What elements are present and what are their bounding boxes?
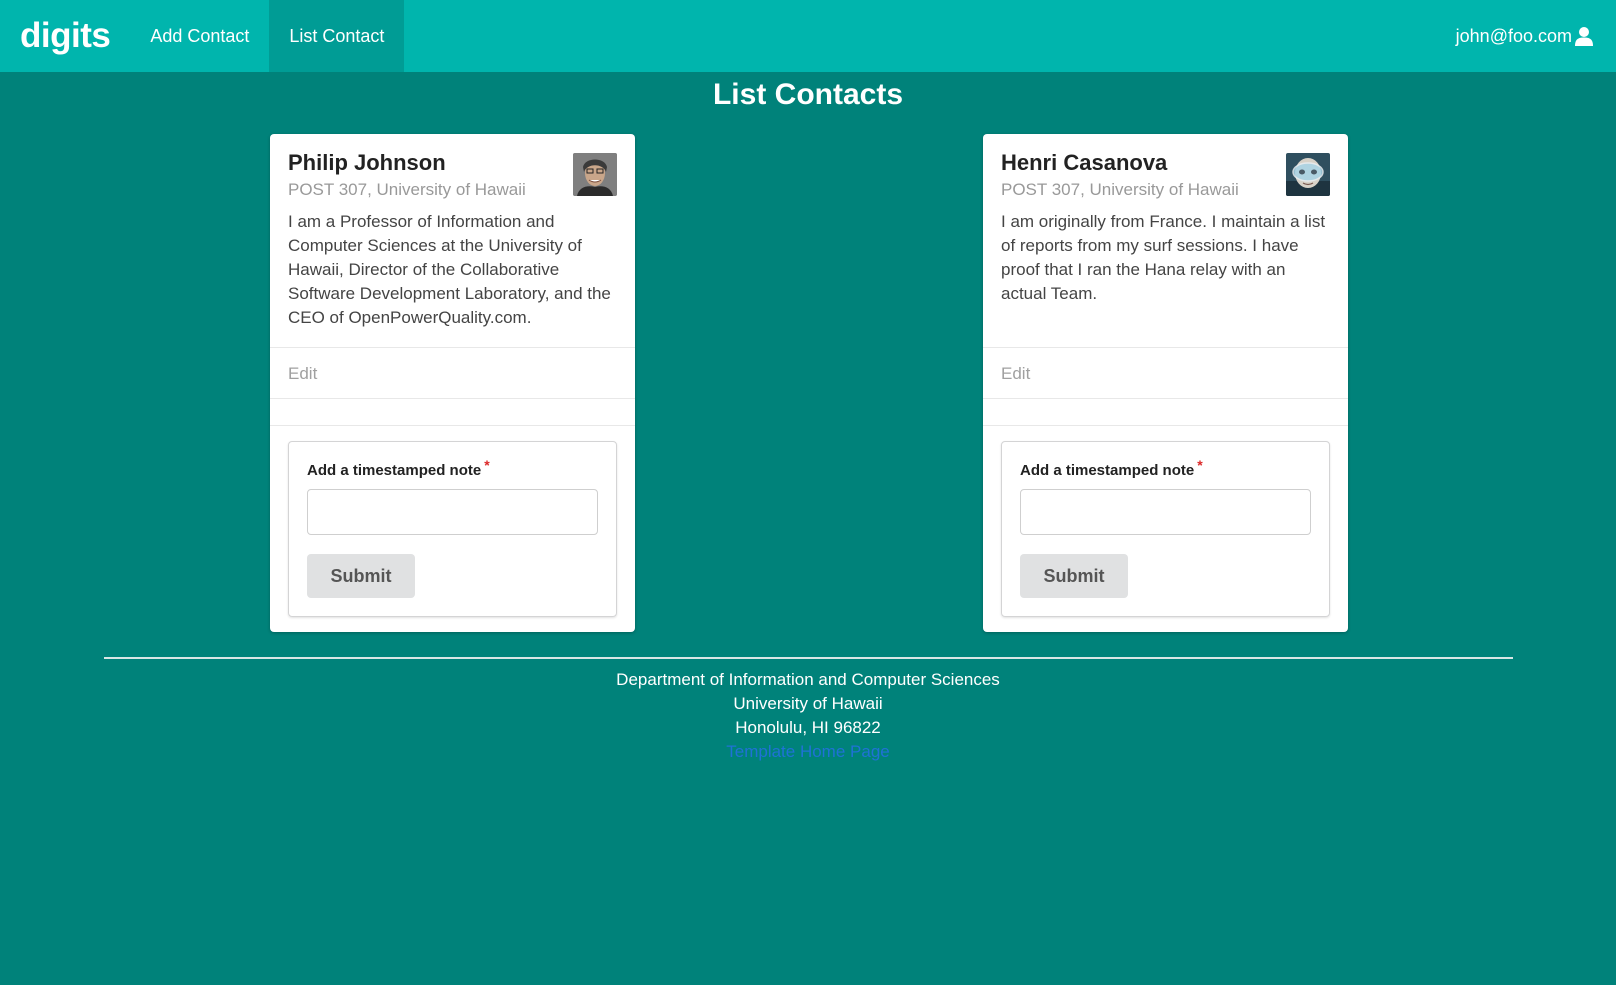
- note-label-text: Add a timestamped note: [307, 462, 482, 479]
- note-label: Add a timestamped note *: [307, 457, 490, 479]
- user-menu[interactable]: john@foo.com: [1456, 0, 1616, 72]
- contact-card: Henri Casanova POST 307, University of H…: [983, 134, 1348, 632]
- contact-name: Henri Casanova: [1001, 150, 1168, 175]
- contact-description: I am a Professor of Information and Comp…: [288, 212, 611, 327]
- submit-button[interactable]: Submit: [307, 554, 415, 598]
- contact-avatar: [573, 153, 617, 196]
- footer-address: Honolulu, HI 96822: [735, 718, 881, 737]
- card-divider: [270, 347, 635, 348]
- page-title: List Contacts: [712, 78, 904, 111]
- user-email: john@foo.com: [1455, 25, 1572, 46]
- required-marker: *: [484, 457, 490, 473]
- brand-logo[interactable]: digits: [0, 0, 130, 72]
- footer-department: Department of Information and Computer S…: [616, 670, 1000, 689]
- card-divider: [983, 347, 1348, 348]
- contact-address: POST 307, University of Hawaii: [288, 180, 526, 199]
- note-input[interactable]: [307, 489, 598, 535]
- contact-name: Philip Johnson: [288, 150, 446, 175]
- contact-card: Philip Johnson POST 307, University of H…: [270, 134, 635, 632]
- required-marker: *: [1197, 457, 1203, 473]
- nav-add-contact[interactable]: Add Contact: [130, 0, 269, 72]
- edit-link[interactable]: Edit: [288, 364, 317, 384]
- note-label: Add a timestamped note *: [1020, 457, 1203, 479]
- nav-list-contact[interactable]: List Contact: [269, 0, 405, 72]
- top-navbar: digits Add Contact List Contact john@foo…: [0, 0, 1616, 72]
- submit-button[interactable]: Submit: [1020, 554, 1128, 598]
- footer: Department of Information and Computer S…: [0, 668, 1616, 764]
- user-icon: [1574, 26, 1594, 46]
- contact-address: POST 307, University of Hawaii: [1001, 180, 1239, 199]
- footer-university: University of Hawaii: [733, 694, 883, 713]
- note-input[interactable]: [1020, 489, 1311, 535]
- contact-avatar: [1286, 153, 1330, 196]
- footer-divider: [104, 657, 1513, 659]
- note-form: Add a timestamped note * Submit: [288, 441, 617, 617]
- contact-description: I am originally from France. I maintain …: [1001, 212, 1326, 303]
- card-divider: [983, 425, 1348, 426]
- card-divider: [270, 398, 635, 399]
- template-home-link[interactable]: Template Home Page: [726, 742, 889, 761]
- note-label-text: Add a timestamped note: [1020, 462, 1195, 479]
- card-divider: [983, 398, 1348, 399]
- card-divider: [270, 425, 635, 426]
- edit-link[interactable]: Edit: [1001, 364, 1030, 384]
- note-form: Add a timestamped note * Submit: [1001, 441, 1330, 617]
